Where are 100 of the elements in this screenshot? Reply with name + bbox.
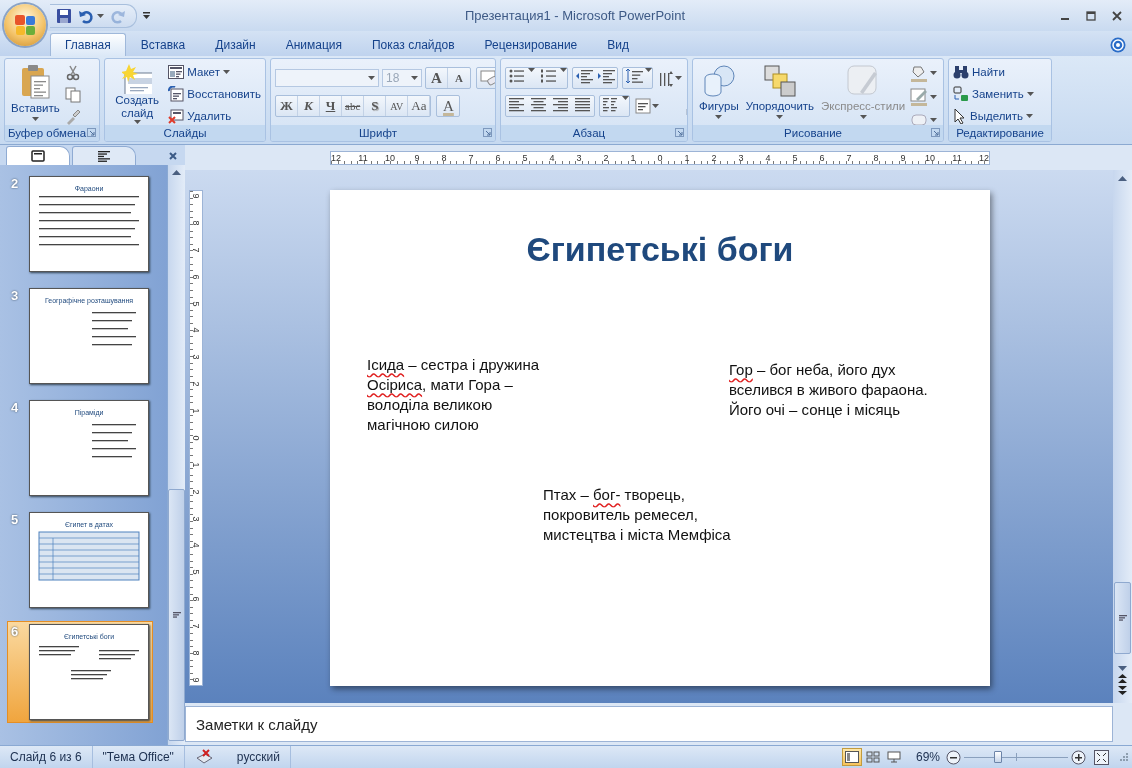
caret-icon	[859, 115, 867, 119]
arrange-icon	[762, 64, 797, 98]
bullet-list-icon[interactable]	[508, 68, 526, 84]
ruler-number: 9	[191, 677, 201, 683]
ruler-number: 3	[575, 151, 583, 164]
slider-thumb[interactable]	[994, 751, 1003, 763]
scrollbar[interactable]	[1113, 170, 1132, 703]
ribbon-tab[interactable]: Дизайн	[200, 33, 271, 56]
grow-font-button[interactable]: A	[426, 68, 448, 88]
justify-icon[interactable]	[574, 96, 592, 112]
font-color-button[interactable]: A	[437, 96, 460, 116]
group-label: Слайды	[163, 127, 207, 139]
ribbon-menu-button[interactable]: Восстановить	[168, 84, 261, 103]
format-button[interactable]: Ж	[276, 96, 298, 116]
next-slide-icon[interactable]	[1118, 686, 1127, 695]
dialog-launcher-icon[interactable]	[675, 128, 684, 137]
ribbon-tab[interactable]: Анимация	[270, 33, 357, 56]
format-button[interactable]: К	[298, 96, 320, 116]
shapes-icon	[701, 64, 736, 98]
ruler-number: 5	[191, 569, 201, 575]
previous-slide-icon[interactable]	[1118, 674, 1127, 683]
decrease-indent-icon[interactable]	[575, 68, 594, 84]
scroll-up-icon[interactable]	[172, 169, 181, 175]
columns-icon[interactable]	[602, 96, 620, 112]
ruler-number: 3	[191, 354, 201, 360]
align-right-icon[interactable]	[552, 96, 570, 112]
ribbon-tab[interactable]: Рецензирование	[469, 33, 593, 56]
zoom-in-icon[interactable]	[1071, 749, 1086, 765]
ruler-number: 5	[521, 151, 529, 164]
caret-icon	[97, 13, 104, 18]
maximize-icon[interactable]	[1086, 10, 1096, 21]
dialog-launcher-icon[interactable]	[931, 128, 940, 137]
new-slide-button[interactable]: Создать слайд	[109, 62, 166, 125]
scroll-down-icon[interactable]	[1118, 666, 1127, 671]
format-button[interactable]: AV	[386, 96, 409, 116]
outline-tab[interactable]	[72, 146, 136, 165]
format-button[interactable]: abc	[342, 96, 365, 116]
copy-icon[interactable]	[64, 87, 81, 103]
dialog-launcher-icon[interactable]	[483, 128, 492, 137]
save-icon[interactable]	[56, 7, 72, 24]
clear-format-icon[interactable]	[480, 70, 495, 86]
ribbon-menu-button[interactable]: Найти	[953, 62, 1034, 81]
scroll-thumb[interactable]	[1114, 582, 1131, 654]
caret-icon	[1026, 113, 1034, 118]
normal-view-icon	[844, 751, 859, 763]
ruler-number: 2	[191, 381, 201, 387]
close-icon[interactable]	[169, 152, 177, 160]
scroll-thumb[interactable]	[168, 489, 185, 741]
dialog-launcher-icon[interactable]	[87, 128, 96, 137]
customize-toolbar-icon[interactable]	[143, 11, 150, 20]
help-icon[interactable]	[1110, 37, 1126, 53]
paint-bucket-icon[interactable]	[910, 64, 929, 82]
align-center-icon[interactable]	[530, 96, 548, 112]
shrink-font-button[interactable]: A	[448, 68, 470, 88]
notes-field[interactable]: Заметки к слайду	[185, 706, 1113, 742]
new-slide-icon	[122, 64, 153, 94]
ruler-number: 10	[925, 151, 935, 164]
text-direction-icon[interactable]	[657, 69, 676, 87]
format-button[interactable]: Ч	[320, 96, 342, 116]
format-button[interactable]: Aa	[408, 96, 431, 116]
line-spacing-icon[interactable]	[625, 68, 644, 84]
slide-number: 4	[11, 400, 20, 417]
ribbon-button[interactable]: Фигуры	[697, 62, 741, 121]
group-label: Редактирование	[956, 127, 1044, 139]
ruler-number: 1	[191, 408, 201, 414]
ribbon-menu-button[interactable]: Удалить	[168, 106, 261, 125]
zoom-out-icon[interactable]	[946, 749, 961, 765]
office-button[interactable]	[4, 4, 46, 46]
ribbon-menu-button[interactable]: Выделить	[953, 106, 1034, 125]
align-text-icon[interactable]	[634, 97, 652, 115]
increase-indent-icon[interactable]	[597, 68, 616, 84]
slide-number: 2	[11, 176, 20, 193]
ribbon-tab[interactable]: Вид	[592, 33, 644, 56]
format-button[interactable]: S	[364, 96, 387, 116]
layout-icon	[168, 64, 185, 79]
numbered-list-icon[interactable]	[540, 68, 559, 84]
fit-window-icon[interactable]	[1094, 749, 1109, 765]
font-name-field[interactable]	[275, 69, 379, 87]
ruler-number: 9	[191, 193, 201, 199]
align-left-icon[interactable]	[508, 96, 526, 112]
ruler-number: 3	[737, 151, 745, 164]
view-button[interactable]	[841, 748, 862, 766]
ruler-number: 5	[191, 301, 201, 306]
ribbon-tab[interactable]: Показ слайдов	[357, 33, 470, 56]
resize-grip-icon[interactable]	[1119, 752, 1129, 762]
ribbon-button[interactable]: Упорядочить	[743, 62, 817, 121]
ruler-number: 6	[191, 274, 201, 280]
close-icon[interactable]	[1112, 10, 1122, 21]
ribbon-tab[interactable]: Главная	[50, 33, 126, 56]
zoom-level: 69%	[914, 750, 941, 764]
ribbon-menu-button[interactable]: Заменить	[953, 84, 1034, 103]
scrollbar[interactable]	[167, 165, 185, 745]
spelling-icon[interactable]	[194, 749, 213, 765]
scissors-icon[interactable]	[64, 65, 81, 81]
caret-icon	[222, 69, 230, 74]
scroll-up-icon[interactable]	[1118, 176, 1127, 181]
paste-button[interactable]: Вставить	[9, 62, 62, 123]
ribbon-menu-button[interactable]: Макет	[168, 62, 261, 81]
ribbon-tab[interactable]: Вставка	[125, 33, 201, 56]
slides-tab[interactable]	[6, 146, 70, 165]
